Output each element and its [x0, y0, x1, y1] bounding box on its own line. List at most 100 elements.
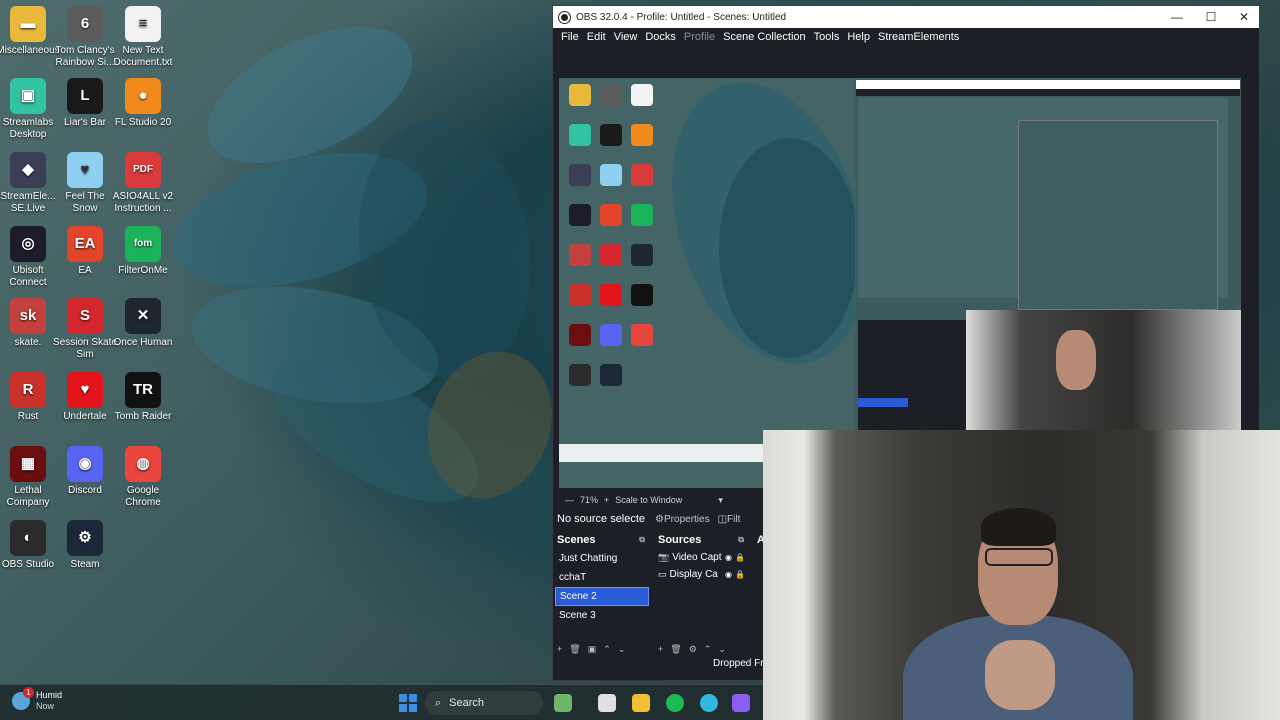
desktop-icon-label: FilterOnMe	[118, 265, 168, 276]
edge-icon[interactable]	[700, 694, 718, 712]
ubisoft-icon	[569, 204, 591, 226]
dock-undock-icon[interactable]: ⧉	[738, 535, 744, 545]
properties-button[interactable]: ⚙Properties	[655, 514, 710, 525]
desktop-icon[interactable]: ▦ Lethal Company	[0, 446, 60, 509]
menu-edit[interactable]: Edit	[583, 31, 610, 43]
move-scene-down-button[interactable]: ⌄	[618, 644, 626, 655]
desktop-icon[interactable]: ▬ Miscellaneous	[0, 6, 60, 57]
desktop-icon[interactable]: 6 Tom Clancy's Rainbow Si...	[53, 6, 117, 69]
task-view-icon[interactable]	[598, 694, 616, 712]
taskbar-search[interactable]: ⌕ Search	[425, 691, 543, 715]
desktop-icon[interactable]: ✕ Once Human	[111, 298, 175, 349]
menu-docks[interactable]: Docks	[641, 31, 680, 43]
source-item-display-capture[interactable]: ▭ Display Ca ◉ 🔒	[654, 566, 750, 583]
feel-the-snow-icon: ♥	[67, 152, 103, 188]
desktop-icon-label: Rust	[17, 411, 39, 422]
widgets-icon[interactable]	[554, 694, 572, 712]
desktop-icon-label: FL Studio 20	[114, 117, 172, 128]
maximize-button[interactable]: ☐	[1193, 6, 1229, 28]
menu-profile[interactable]: Profile	[680, 31, 719, 43]
desktop-icon[interactable]: ♥ Undertale	[53, 372, 117, 423]
desktop-icon[interactable]: ◆ StreamEle... SE.Live	[0, 152, 60, 215]
desktop-icon[interactable]: ♥ Feel The Snow	[53, 152, 117, 215]
scene-filters-button[interactable]: ▣	[588, 644, 597, 655]
file-explorer-icon[interactable]	[632, 694, 650, 712]
close-button[interactable]: ✕	[1226, 6, 1262, 28]
visibility-eye-icon[interactable]: ◉	[725, 553, 732, 562]
desktop-icon-label: New Text Document.txt	[113, 45, 173, 68]
scene-item-scene-2[interactable]: Scene 2	[555, 587, 649, 606]
remove-scene-button[interactable]: 🗑	[569, 644, 580, 655]
add-source-button[interactable]: +	[658, 644, 663, 655]
desktop-icon[interactable]: ◐ OBS Studio	[0, 520, 60, 571]
obs-titlebar[interactable]: OBS 32.0.4 - Profile: Untitled - Scenes:…	[553, 6, 1259, 28]
desktop-icon[interactable]: S Session Skate Sim	[53, 298, 117, 361]
move-source-up-button[interactable]: ⌃	[704, 644, 712, 655]
scale-mode[interactable]: Scale to Window	[615, 495, 682, 505]
desktop-icon[interactable]: ⚙ Steam	[53, 520, 117, 571]
menu-view[interactable]: View	[610, 31, 642, 43]
lethal-company-icon: ▦	[10, 446, 46, 482]
obs-menubar: File Edit View Docks Profile Scene Colle…	[553, 28, 1259, 46]
desktop-icon[interactable]: ● FL Studio 20	[111, 78, 175, 129]
streamlabs-icon: ▣	[10, 78, 46, 114]
menu-tools[interactable]: Tools	[810, 31, 844, 43]
scene-item-just-chatting[interactable]: Just Chatting	[555, 549, 649, 568]
desktop-icon[interactable]: ◎ Ubisoft Connect	[0, 226, 60, 289]
chevron-down-icon[interactable]: ▾	[718, 495, 723, 506]
remove-source-button[interactable]: 🗑	[670, 644, 681, 655]
scene-item-cchat[interactable]: cchaT	[555, 568, 649, 587]
desktop-icon[interactable]: sk skate.	[0, 298, 60, 349]
scenes-dock-header: Scenes ⧉	[557, 534, 645, 546]
desktop-icon[interactable]: EA EA	[53, 226, 117, 277]
copilot-icon[interactable]	[732, 694, 750, 712]
filters-button[interactable]: ◫Filt	[718, 514, 741, 525]
source-toolbar: No source selecte ⚙Properties ◫Filt	[553, 509, 773, 529]
desktop-icon[interactable]: TR Tomb Raider	[111, 372, 175, 423]
menu-scene-collection[interactable]: Scene Collection	[719, 31, 810, 43]
taskbar-weather-widget[interactable]: 1 Humid Now	[12, 687, 62, 712]
weather-time: Now	[36, 701, 55, 711]
zoom-level[interactable]: 71%	[580, 495, 598, 505]
desktop-icon-label: skate.	[14, 337, 42, 348]
desktop-icon[interactable]: L Liar's Bar	[53, 78, 117, 129]
scenes-dock: Scenes ⧉ Just Chatting cchaT Scene 2 Scen…	[553, 531, 651, 661]
menu-streamelements[interactable]: StreamElements	[874, 31, 963, 43]
source-item-video-capture[interactable]: 📷 Video Capt ◉ 🔒	[654, 549, 750, 566]
sources-dock-footer: + 🗑 ⚙ ⌃ ⌄	[658, 644, 726, 655]
move-scene-up-button[interactable]: ⌃	[603, 644, 611, 655]
discord-icon: ◉	[67, 446, 103, 482]
weather-icon: 1	[12, 687, 34, 710]
filteronme-icon	[631, 204, 653, 226]
obs-preview-canvas[interactable]	[559, 78, 1241, 488]
move-source-down-button[interactable]: ⌄	[718, 644, 726, 655]
chrome-icon	[631, 324, 653, 346]
windows-start-icon[interactable]	[399, 694, 417, 712]
ubisoft-icon: ◎	[10, 226, 46, 262]
scene-item-scene-3[interactable]: Scene 3	[555, 606, 649, 625]
dock-undock-icon[interactable]: ⧉	[639, 535, 645, 545]
desktop-icon[interactable]: ◍ Google Chrome	[111, 446, 175, 509]
desktop-icon[interactable]: ◉ Discord	[53, 446, 117, 497]
desktop-icon[interactable]: fom FilterOnMe	[111, 226, 175, 277]
spotify-icon[interactable]	[666, 694, 684, 712]
desktop-icon[interactable]: ▣ Streamlabs Desktop	[0, 78, 60, 141]
desktop-icon-label: Tom Clancy's Rainbow Si...	[55, 45, 115, 68]
menu-help[interactable]: Help	[843, 31, 874, 43]
minimize-button[interactable]: —	[1159, 6, 1195, 28]
notification-badge: 1	[23, 687, 34, 698]
desktop-icon[interactable]: PDF ASIO4ALL v2 Instruction ...	[111, 152, 175, 215]
visibility-eye-icon[interactable]: ◉	[725, 570, 732, 579]
desktop-icon[interactable]: R Rust	[0, 372, 60, 423]
menu-file[interactable]: File	[557, 31, 583, 43]
windows-taskbar: 1 Humid Now ⌕ Search	[0, 684, 763, 720]
source-properties-button[interactable]: ⚙	[689, 644, 697, 655]
desktop-icon[interactable]: ≡ New Text Document.txt	[111, 6, 175, 69]
lock-icon[interactable]: 🔒	[735, 553, 745, 562]
session-icon	[600, 244, 622, 266]
desktop-icon-label: Feel The Snow	[65, 191, 105, 214]
lock-icon[interactable]: 🔒	[735, 570, 745, 579]
desktop-icon-label: OBS Studio	[1, 559, 55, 570]
add-scene-button[interactable]: +	[557, 644, 562, 655]
liars-bar-icon: L	[67, 78, 103, 114]
